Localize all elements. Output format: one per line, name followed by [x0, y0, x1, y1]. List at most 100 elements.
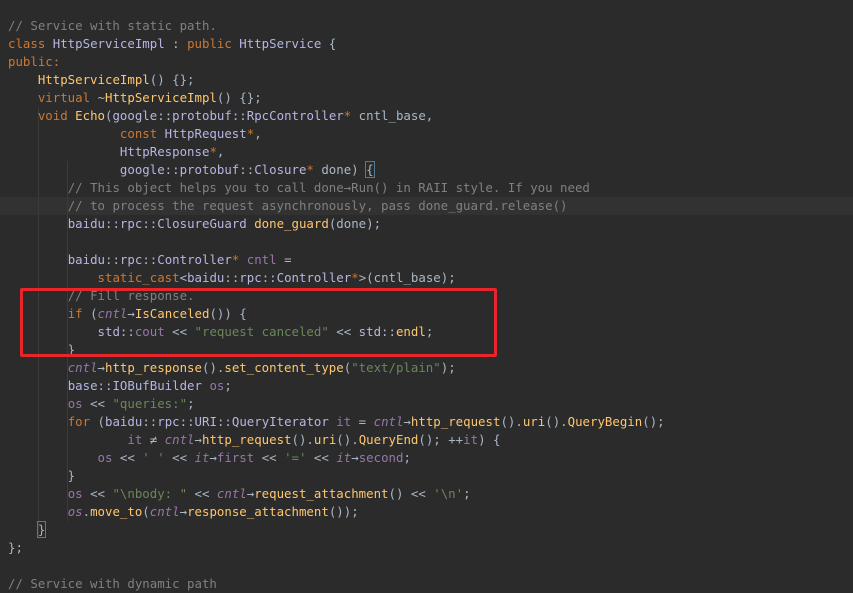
code-token: (). [545, 414, 568, 429]
code-token: ; [403, 450, 411, 465]
code-token: :: [142, 414, 158, 429]
code-token: first [216, 450, 255, 465]
code-token: protobuf [172, 108, 232, 123]
code-token: http_response [105, 360, 202, 375]
code-token: ( [142, 504, 150, 519]
code-line: const HttpRequest*, [0, 125, 262, 143]
code-token: '=' [284, 450, 307, 465]
code-token: os [97, 450, 113, 465]
code-line: it ≠ cntl→http_request().uri().QueryEnd(… [0, 431, 500, 449]
code-token: () {}; [149, 72, 195, 87]
code-line: for (baidu::rpc::URI::QueryIterator it =… [0, 413, 665, 431]
code-token: → [179, 504, 188, 519]
code-token: ; [187, 396, 195, 411]
code-editor[interactable]: // Service with static path. class HttpSe… [0, 0, 853, 591]
code-token: << [82, 486, 113, 501]
code-token: << [112, 450, 143, 465]
code-token: os [67, 504, 83, 519]
code-token: IOBufBuilder [112, 378, 210, 393]
code-line: base::IOBufBuilder os; [0, 377, 232, 395]
code-token: google [119, 162, 165, 177]
code-token: ' ' [142, 450, 165, 465]
code-token: Closure [254, 162, 307, 177]
code-token: :: [216, 414, 232, 429]
annotation-highlight-box [20, 288, 497, 357]
code-token: << [82, 396, 113, 411]
code-token: "queries:" [112, 396, 188, 411]
code-line: os << ' ' << it→first << '=' << it→secon… [0, 449, 411, 467]
code-token: cntl [149, 504, 180, 519]
code-token: Echo [75, 108, 105, 123]
code-token: cntl_base, [358, 108, 434, 123]
code-token: response_attachment [187, 504, 329, 519]
code-token: << [254, 450, 285, 465]
code-token: :: [157, 108, 173, 123]
code-token: , [254, 126, 262, 141]
code-token: // This object helps you to call done→Ru… [67, 180, 590, 195]
code-token: * [351, 270, 359, 285]
code-token: . [82, 504, 91, 519]
code-token: ; [463, 486, 471, 501]
code-token: URI [194, 414, 217, 429]
code-line: cntl→http_response().set_content_type("t… [0, 359, 456, 377]
code-token: rpc [239, 270, 262, 285]
code-token: rpc [157, 414, 180, 429]
code-token: uri [522, 414, 546, 429]
code-token: done) [321, 162, 367, 177]
code-token: RpcController [246, 108, 344, 123]
code-token: public: [8, 54, 61, 69]
code-token: :: [105, 252, 120, 267]
code-token: → [209, 450, 217, 465]
code-token: → [194, 432, 202, 447]
code-token: ); [440, 360, 456, 375]
code-token: public [187, 36, 240, 51]
code-token: << [187, 486, 217, 501]
code-token: → [351, 450, 359, 465]
code-token: * [343, 108, 359, 123]
code-token: cntl [373, 414, 404, 429]
code-token: :: [105, 216, 120, 231]
code-token: HttpServiceImpl [52, 36, 165, 51]
code-token: { [365, 161, 375, 178]
code-token: static_cast [97, 270, 180, 285]
code-line: virtual ~HttpServiceImpl() {}; [0, 89, 262, 107]
code-line: HttpResponse*, [0, 143, 224, 161]
code-token: :: [142, 216, 158, 231]
code-line: // Service with dynamic path [0, 575, 217, 593]
code-token: // to process the request asynchronously… [67, 198, 568, 213]
code-line: }; [0, 539, 23, 557]
code-token: → [403, 414, 411, 429]
code-token: baidu [105, 414, 143, 429]
code-token: QueryBegin [567, 414, 643, 429]
code-line: os.move_to(cntl→response_attachment()); [0, 503, 359, 521]
code-line: HttpServiceImpl() {}; [0, 71, 195, 89]
code-token: * [231, 252, 247, 267]
code-token: (). [500, 414, 523, 429]
code-line: baidu::rpc::Controller* cntl = [0, 251, 292, 269]
code-token: < [179, 270, 188, 285]
code-token: = [351, 414, 374, 429]
code-token: cntl [67, 360, 98, 375]
code-token: rpc [119, 252, 143, 267]
code-token: os [67, 486, 83, 501]
code-token: ≠ [142, 432, 165, 447]
code-token: ) { [478, 432, 501, 447]
code-token: = [276, 252, 292, 267]
code-token: it [127, 432, 143, 447]
code-token: os [67, 396, 83, 411]
code-token: QueryIterator [231, 414, 337, 429]
code-token: set_content_type [224, 360, 344, 375]
code-token: (); [642, 414, 665, 429]
code-token: * [306, 162, 322, 177]
code-token: () << [388, 486, 434, 501]
